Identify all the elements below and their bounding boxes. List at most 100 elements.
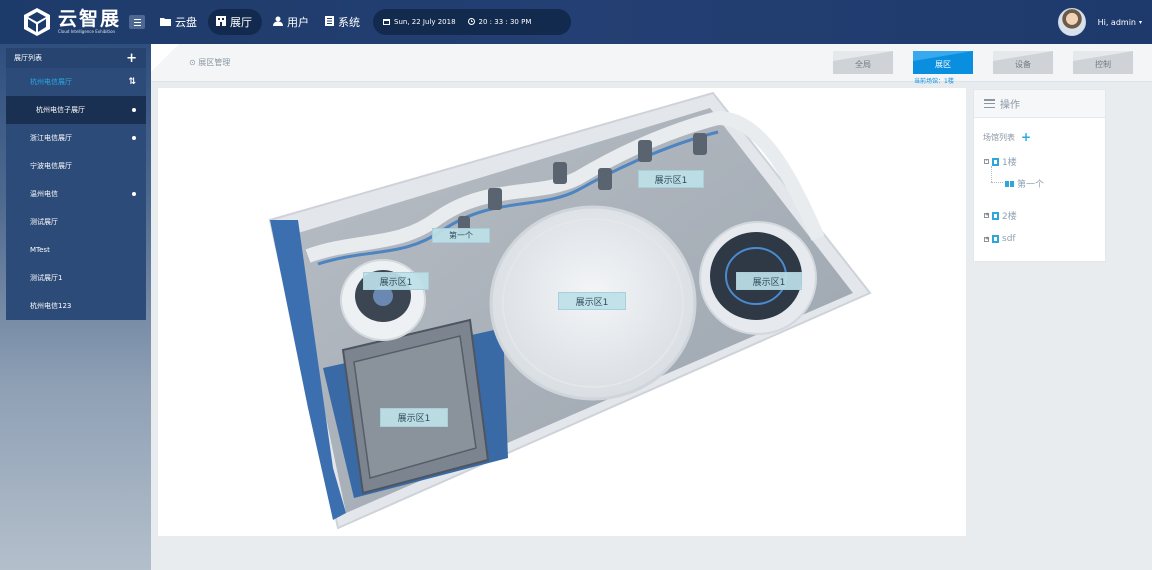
document-icon (325, 15, 334, 29)
sidebar-item-test-hall[interactable]: 测试展厅 (6, 208, 146, 236)
expand-icon[interactable]: + (984, 236, 989, 242)
app-name-en: Cloud Intelligence Exhibition (58, 29, 116, 34)
floorplan-3d-view (268, 91, 872, 530)
tree-node-floor-1[interactable]: - 1楼 (984, 155, 1017, 168)
date-text: Sun, 22 July 2018 (394, 18, 456, 26)
tree-node-label: sdf (1002, 234, 1016, 244)
dot-icon (132, 192, 136, 196)
sidebar-item-hangzhou-123[interactable]: 杭州电信123 (6, 292, 146, 320)
menu-toggle-button[interactable] (129, 15, 145, 29)
time-text: 20 : 33 : 30 PM (478, 18, 532, 26)
tab-zone[interactable]: 展区 (913, 51, 973, 74)
nav-item-cloud-disk[interactable]: 云盘 (155, 9, 202, 35)
location-pin-icon: ⊙ (189, 58, 196, 67)
sidebar-item-label: 浙江电信展厅 (30, 134, 72, 142)
zone-label-center-round[interactable]: 展示区1 (558, 292, 626, 310)
dot-icon (132, 108, 136, 112)
add-hall-icon[interactable]: + (126, 51, 137, 66)
nav-item-hall[interactable]: 展厅 (208, 9, 262, 35)
sidebar-item-label: 杭州电信展厅 (30, 78, 72, 86)
venue-list-label: 场馆列表 (983, 132, 1015, 142)
building-icon (216, 15, 226, 29)
tree-node-sdf[interactable]: + sdf (984, 234, 1016, 244)
tree-node-floor-2[interactable]: + 2楼 (984, 209, 1017, 222)
zone-label-top-right[interactable]: 展示区1 (638, 170, 704, 188)
tree-connector (991, 166, 992, 182)
current-venue-hint: 当前场馆：1楼 (914, 78, 954, 85)
nav-label: 展厅 (230, 16, 252, 29)
tab-label: 全局 (855, 60, 871, 69)
sidebar-item-label: 宁波电信展厅 (30, 162, 72, 170)
caret-down-icon: ▾ (1138, 18, 1142, 26)
hall-list-panel: 展厅列表 + 杭州电信展厅 ⇅ 杭州电信子展厅 浙江电信展厅 宁波电信展厅 温州… (6, 48, 146, 320)
sidebar-item-test-hall-1[interactable]: 测试展厅1 (6, 264, 146, 292)
collapse-icon[interactable]: - (984, 159, 989, 164)
top-navbar: 云智展 Cloud Intelligence Exhibition 云盘 展厅 … (0, 0, 1152, 44)
zone-label-bottom-square[interactable]: 展示区1 (380, 408, 448, 427)
dot-icon (132, 136, 136, 140)
logo-icon (24, 8, 50, 36)
sidebar-item-label: MTest (30, 246, 50, 254)
sidebar-item-label: 测试展厅1 (30, 274, 63, 282)
zone-label-left-round[interactable]: 展示区1 (363, 272, 429, 290)
sidebar-item-label: 温州电信 (30, 190, 58, 198)
user-greeting: Hi, admin (1097, 17, 1136, 27)
sidebar-item-mtest[interactable]: MTest (6, 236, 146, 264)
operations-header: 操作 (974, 90, 1105, 118)
sidebar-item-label: 杭州电信123 (30, 302, 72, 310)
sidebar-item-hangzhou-sub-hall[interactable]: 杭州电信子展厅 (6, 96, 146, 124)
sidebar-item-wenzhou[interactable]: 温州电信 (6, 180, 146, 208)
breadcrumb-label: 展区管理 (198, 58, 231, 67)
venue-list-row: 场馆列表 + (983, 130, 1031, 144)
operations-title: 操作 (1000, 100, 1020, 111)
tree-node-first[interactable]: 第一个 (1005, 177, 1044, 190)
sidebar-item-label: 测试展厅 (30, 218, 58, 226)
sidebar: 展厅列表 + 杭州电信展厅 ⇅ 杭州电信子展厅 浙江电信展厅 宁波电信展厅 温州… (0, 44, 151, 570)
building-icon (992, 211, 999, 220)
add-venue-icon[interactable]: + (1021, 130, 1031, 144)
nav-label: 用户 (287, 16, 309, 29)
avatar[interactable] (1057, 8, 1086, 36)
zone-grid-icon (1005, 180, 1014, 187)
corner-decoration (151, 44, 179, 72)
nav-label: 系统 (338, 16, 360, 29)
zone-label-first[interactable]: 第一个 (432, 228, 490, 243)
list-icon (984, 99, 995, 108)
expand-icon[interactable]: + (984, 213, 989, 218)
tab-label: 设备 (1015, 60, 1031, 69)
hall-list-title: 展厅列表 (14, 54, 42, 62)
tab-control[interactable]: 控制 (1073, 51, 1133, 74)
view-tabs: 全局 展区 设备 控制 (833, 51, 1152, 74)
app-name: 云智展 (58, 8, 122, 30)
user-icon (273, 16, 283, 29)
building-icon (992, 235, 999, 243)
zone-label-right-round[interactable]: 展示区1 (736, 272, 802, 290)
clock-icon (467, 17, 475, 27)
nav-label: 云盘 (175, 16, 197, 29)
hall-list-header: 展厅列表 + (6, 48, 146, 68)
building-icon (992, 157, 999, 166)
datetime-display: Sun, 22 July 2018 20 : 33 : 30 PM (373, 9, 571, 35)
tree-node-label: 第一个 (1017, 180, 1045, 190)
sort-icon[interactable]: ⇅ (128, 77, 136, 87)
tab-device[interactable]: 设备 (993, 51, 1053, 74)
tree-node-label: 2楼 (1002, 212, 1017, 222)
tree-connector (991, 182, 1003, 183)
sidebar-item-hangzhou-hall[interactable]: 杭州电信展厅 ⇅ (6, 68, 146, 96)
floorplan-canvas[interactable]: 展示区1 第一个 展示区1 展示区1 展示区1 展示区1 (158, 88, 966, 536)
nav-item-users[interactable]: 用户 (268, 9, 314, 35)
folder-icon (160, 16, 171, 29)
user-menu[interactable]: Hi, admin ▾ (1057, 8, 1142, 36)
main-nav: 云盘 展厅 用户 系统 (155, 9, 371, 35)
tree-node-label: 1楼 (1002, 158, 1017, 168)
nav-item-system[interactable]: 系统 (320, 9, 365, 35)
tab-global[interactable]: 全局 (833, 51, 893, 74)
breadcrumb: ⊙ 展区管理 (189, 57, 230, 68)
tab-label: 控制 (1095, 60, 1111, 69)
sidebar-item-zhejiang-hall[interactable]: 浙江电信展厅 (6, 124, 146, 152)
calendar-icon (383, 18, 390, 27)
sidebar-item-ningbo-hall[interactable]: 宁波电信展厅 (6, 152, 146, 180)
app-logo[interactable]: 云智展 Cloud Intelligence Exhibition (22, 7, 121, 37)
tab-label: 展区 (935, 60, 951, 69)
sidebar-item-label: 杭州电信子展厅 (36, 106, 85, 114)
